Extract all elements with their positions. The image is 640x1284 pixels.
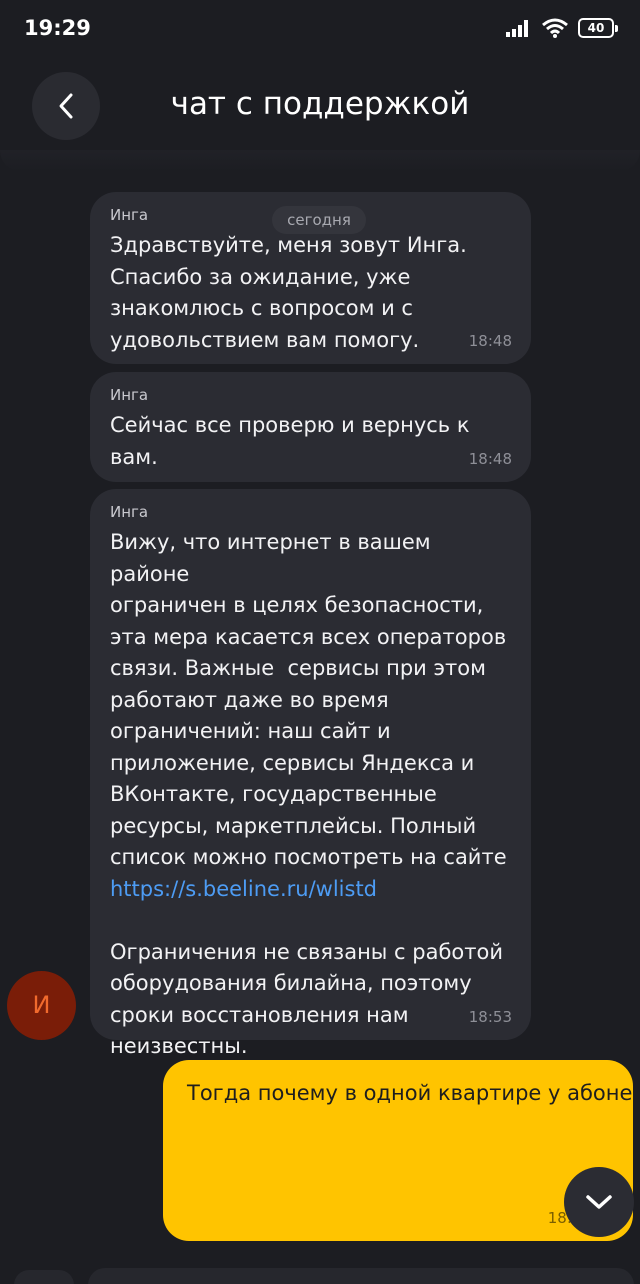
scroll-down-button[interactable]	[564, 1167, 634, 1237]
avatar-initial: И	[32, 991, 51, 1019]
message-text: Ограничения не связаны с работой оборудо…	[110, 939, 504, 1059]
wifi-icon	[542, 18, 568, 38]
message-bubble: Инга Сейчас все проверю и вернусь к вам.…	[90, 372, 531, 482]
battery-level: 40	[587, 21, 605, 35]
status-bar: 19:29 40	[0, 0, 640, 60]
message-sender: Инга	[110, 503, 149, 521]
chevron-down-icon	[586, 1195, 612, 1209]
message-spacer	[110, 905, 511, 937]
chat-header: чат с поддержкой	[0, 60, 640, 156]
user-message-bubble: Тогда почему в одной квартире у абоненто…	[163, 1060, 633, 1241]
signal-icon	[506, 20, 528, 37]
page-title: чат с поддержкой	[170, 86, 470, 122]
message-link[interactable]: https://s.beeline.ru/wlistd	[110, 874, 511, 906]
battery-icon: 40	[578, 18, 618, 38]
message-input[interactable]	[88, 1268, 634, 1284]
message-text: Здравствуйте, меня зовут Инга. Спасибо з…	[110, 233, 467, 352]
composer-bar	[0, 1262, 640, 1284]
previous-message-edge	[0, 150, 640, 172]
date-separator: сегодня	[272, 206, 366, 234]
message-sender: Инга	[110, 386, 149, 404]
status-icons: 40	[506, 18, 618, 38]
message-time: 18:48	[468, 450, 512, 468]
message-time: 18:48	[468, 332, 512, 350]
status-time: 19:29	[24, 16, 91, 40]
message-bubble: Инга Вижу, что интернет в вашем районе о…	[90, 489, 531, 1058]
message-text: Сейчас все проверю и вернусь к вам.	[110, 413, 470, 469]
agent-avatar: И	[7, 971, 76, 1040]
user-message-text: Тогда почему в одной квартире у абоненто…	[187, 1081, 633, 1105]
message-time: 18:53	[468, 1008, 512, 1026]
attach-button[interactable]	[14, 1270, 74, 1284]
message-text: Вижу, что интернет в вашем районе ограни…	[110, 530, 507, 869]
